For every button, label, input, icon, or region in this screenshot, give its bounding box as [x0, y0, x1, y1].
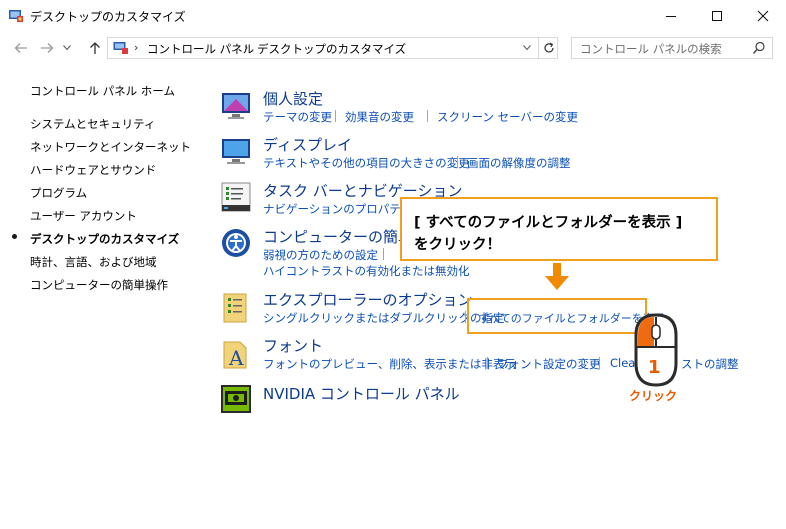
arrow-right-icon: [41, 43, 54, 53]
link-navigation-properties[interactable]: ナビゲーションのプロパティ: [263, 201, 412, 217]
category-title-nvidia[interactable]: NVIDIA コントロール パネル: [263, 383, 460, 404]
chevron-down-icon: [523, 45, 531, 51]
sidebar-item-network[interactable]: ネットワークとインターネット: [30, 139, 191, 155]
category-title-explorer-options[interactable]: エクスプローラーのオプション: [263, 289, 473, 310]
refresh-button[interactable]: [538, 38, 558, 58]
category-title-display[interactable]: ディスプレイ: [263, 134, 352, 155]
link-change-theme[interactable]: テーマの変更: [263, 109, 332, 125]
control-panel-icon: [9, 10, 23, 22]
link-cleartype-tuning[interactable]: ストの調整: [681, 356, 739, 372]
link-screen-resolution[interactable]: 画面の解像度の調整: [467, 155, 571, 171]
folder-options-icon[interactable]: [220, 292, 252, 324]
callout-line-2: をクリック！: [414, 237, 501, 253]
link-separator: [599, 357, 600, 369]
link-separator: [465, 311, 466, 323]
sidebar-item-user-accounts[interactable]: ユーザー アカウント: [30, 208, 137, 224]
arrow-up-icon: [90, 42, 100, 54]
callout-line-1: [ すべてのファイルとフォルダーを表示 ]: [414, 215, 683, 231]
link-separator: [383, 248, 384, 260]
close-button[interactable]: [740, 0, 786, 31]
sidebar-item-clock-language-region[interactable]: 時計、言語、および地域: [30, 254, 157, 270]
breadcrumb-separator: ›: [134, 41, 139, 54]
refresh-icon: [543, 42, 554, 53]
close-icon: [757, 10, 769, 21]
control-panel-icon: [113, 42, 128, 54]
link-low-vision-settings[interactable]: 弱視の方のための設定: [263, 247, 378, 263]
link-high-contrast[interactable]: ハイコントラストの有効化または無効化: [263, 263, 470, 279]
back-button[interactable]: [10, 38, 32, 58]
arrow-left-icon: [14, 43, 27, 53]
fonts-icon[interactable]: A: [220, 338, 252, 370]
step-number: 1: [648, 357, 661, 378]
forward-button[interactable]: [36, 38, 58, 58]
nvidia-icon[interactable]: [220, 383, 252, 415]
down-arrow-icon: [545, 276, 569, 290]
mouse-click-icon: [634, 313, 678, 387]
breadcrumb-control-panel[interactable]: コントロール パネル: [147, 41, 254, 57]
sidebar-item-programs[interactable]: プログラム: [30, 185, 87, 201]
link-change-screensaver[interactable]: スクリーン セーバーの変更: [437, 109, 578, 125]
click-label: クリック: [629, 389, 678, 403]
taskbar-icon[interactable]: [220, 181, 252, 213]
category-title-fonts[interactable]: フォント: [263, 335, 323, 356]
personalization-icon[interactable]: [220, 89, 252, 121]
link-change-sounds[interactable]: 効果音の変更: [345, 109, 414, 125]
recent-locations-button[interactable]: [60, 38, 74, 58]
breadcrumb-separator: ›: [244, 41, 249, 54]
svg-text:A: A: [228, 346, 244, 370]
link-text-size[interactable]: テキストやその他の項目の大きさの変更: [263, 155, 470, 171]
link-font-preview[interactable]: フォントのプレビュー、削除、表示または非表示: [263, 356, 516, 372]
display-icon[interactable]: [220, 135, 252, 167]
link-separator: [427, 110, 428, 122]
down-arrow-icon: [553, 263, 561, 277]
up-button[interactable]: [84, 38, 106, 58]
link-separator: [457, 156, 458, 168]
link-font-settings[interactable]: フォント設定の変更: [497, 356, 601, 372]
maximize-button[interactable]: [694, 0, 740, 31]
sidebar-item-hardware-sound[interactable]: ハードウェアとサウンド: [30, 162, 156, 178]
highlight-box: [467, 298, 647, 334]
breadcrumb-desktop-customization[interactable]: デスクトップのカスタマイズ: [257, 41, 406, 57]
address-dropdown-button[interactable]: [518, 38, 536, 58]
sidebar-item-home[interactable]: コントロール パネル ホーム: [30, 83, 175, 99]
link-separator: [335, 110, 336, 122]
sidebar-item-desktop-customization[interactable]: デスクトップのカスタマイズ: [30, 231, 179, 247]
window-title: デスクトップのカスタマイズ: [30, 10, 186, 24]
search-input[interactable]: コントロール パネルの検索: [580, 41, 722, 57]
maximize-icon: [712, 10, 722, 21]
sidebar-item-ease-of-access[interactable]: コンピューターの簡単操作: [30, 277, 168, 293]
minimize-icon: [666, 15, 676, 17]
search-icon[interactable]: [752, 41, 766, 55]
chevron-down-icon: [63, 45, 71, 51]
minimize-button[interactable]: [648, 0, 694, 31]
active-item-bullet: [12, 234, 17, 239]
link-separator: [487, 357, 488, 369]
category-title-personalization[interactable]: 個人設定: [263, 88, 323, 109]
ease-of-access-icon[interactable]: [220, 227, 252, 259]
sidebar-item-system-security[interactable]: システムとセキュリティ: [30, 116, 155, 132]
